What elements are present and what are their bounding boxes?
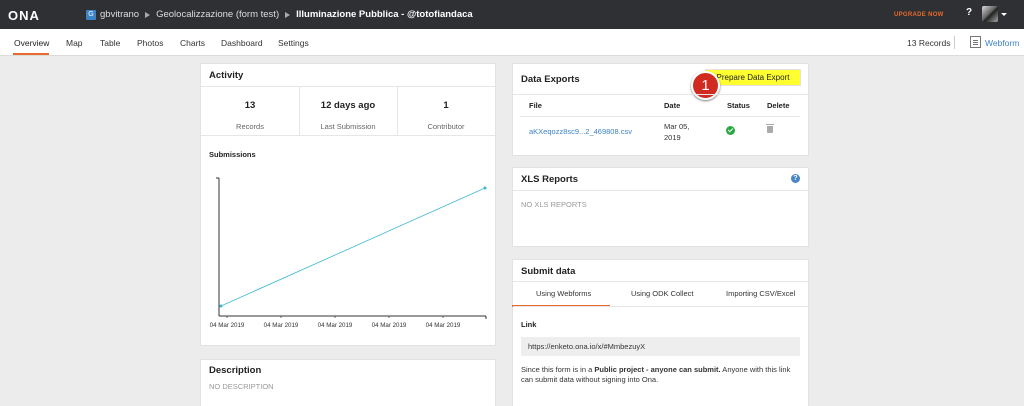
x-tick-label: 04 Mar 2019 xyxy=(372,322,407,329)
tab-using-odk-collect[interactable]: Using ODK Collect xyxy=(631,289,694,298)
breadcrumb-separator-icon xyxy=(145,11,151,18)
tab-table[interactable]: Table xyxy=(100,38,120,48)
divider xyxy=(201,135,495,136)
top-bar: ONA G gbvitrano Geolocalizzazione (form … xyxy=(0,0,1024,29)
column-header-date: Date xyxy=(664,101,681,110)
column-header-status: Status xyxy=(727,101,750,110)
breadcrumb-separator-icon xyxy=(285,11,291,18)
records-count: 13 Records xyxy=(907,38,951,48)
divider xyxy=(520,116,800,117)
user-badge-icon: G xyxy=(86,9,96,20)
export-file-link[interactable]: aKXeqozz8sc9...2_469808.csv xyxy=(529,127,632,136)
submit-data-title: Submit data xyxy=(521,266,576,277)
description-title: Description xyxy=(209,365,262,376)
tab-photos[interactable]: Photos xyxy=(137,38,163,48)
tab-settings[interactable]: Settings xyxy=(278,38,309,48)
ona-logo[interactable]: ONA xyxy=(8,8,40,23)
active-tab-indicator xyxy=(13,53,49,55)
divider xyxy=(513,281,808,282)
nav-divider xyxy=(954,36,955,49)
tab-importing-csv-excel[interactable]: Importing CSV/Excel xyxy=(726,289,795,298)
export-date: Mar 05, xyxy=(664,122,690,131)
xls-reports-title: XLS Reports xyxy=(521,174,579,185)
divider xyxy=(513,94,808,95)
webform-icon[interactable] xyxy=(970,36,981,48)
stat-value: 13 xyxy=(244,100,256,111)
x-tick-label: 04 Mar 2019 xyxy=(426,322,461,329)
chevron-down-icon[interactable] xyxy=(1001,13,1007,16)
tab-charts[interactable]: Charts xyxy=(180,38,205,48)
stat-last-submission: 12 days ago Last Submission xyxy=(299,87,397,131)
x-tick-label: 04 Mar 2019 xyxy=(210,322,245,329)
x-tick-label: 04 Mar 2019 xyxy=(264,322,299,329)
export-date-year: 2019 xyxy=(664,133,681,142)
series-line xyxy=(220,187,486,307)
submit-help-text: Since this form is in a Public project -… xyxy=(521,365,801,385)
submit-help-text-start: Since this form is in a xyxy=(521,365,595,374)
project-nav: Overview Map Table Photos Charts Dashboa… xyxy=(0,29,1024,56)
public-project-note: Public project - anyone can submit. xyxy=(594,365,721,374)
tab-using-webforms[interactable]: Using Webforms xyxy=(536,289,591,298)
x-tick-label: 04 Mar 2019 xyxy=(318,322,353,329)
data-exports-title: Data Exports xyxy=(521,74,580,85)
tab-dashboard[interactable]: Dashboard xyxy=(221,38,263,48)
link-label: Link xyxy=(521,320,537,329)
avatar[interactable] xyxy=(982,6,998,22)
xls-empty-text: NO XLS REPORTS xyxy=(521,200,587,209)
stat-contributors: 1 Contributor xyxy=(397,87,495,131)
webform-link[interactable]: Webform xyxy=(985,38,1019,48)
stat-records: 13 Records xyxy=(201,87,299,131)
breadcrumb: G gbvitrano Geolocalizzazione (form test… xyxy=(86,9,473,20)
stat-label: Records xyxy=(236,122,264,131)
data-point xyxy=(483,186,487,190)
submissions-chart: 04 Mar 2019 04 Mar 2019 04 Mar 2019 04 Mar … xyxy=(210,177,487,329)
stat-label: Contributor xyxy=(427,122,465,131)
column-header-delete: Delete xyxy=(767,101,790,110)
help-icon[interactable]: ? xyxy=(966,7,972,18)
upgrade-button[interactable]: UPGRADE NOW xyxy=(894,12,944,18)
divider xyxy=(513,306,808,307)
breadcrumb-form[interactable]: Illuminazione Pubblica - @totofiandaca xyxy=(296,9,473,20)
breadcrumb-project[interactable]: Geolocalizzazione (form test) xyxy=(156,9,279,20)
trash-icon[interactable] xyxy=(766,124,774,133)
data-point xyxy=(219,304,223,308)
stat-label: Last Submission xyxy=(320,122,376,131)
check-icon xyxy=(726,126,735,135)
description-text: NO DESCRIPTION xyxy=(209,382,274,391)
activity-title: Activity xyxy=(209,70,244,81)
breadcrumb-user[interactable]: gbvitrano xyxy=(100,9,139,20)
annotation-marker: 1 xyxy=(691,71,720,100)
divider xyxy=(513,190,808,191)
info-icon[interactable]: ? xyxy=(791,174,800,183)
stat-value: 1 xyxy=(443,100,449,111)
stat-value: 12 days ago xyxy=(320,100,376,111)
column-header-file: File xyxy=(529,101,542,110)
tab-map[interactable]: Map xyxy=(66,38,83,48)
submissions-title: Submissions xyxy=(209,150,256,159)
webform-url-field[interactable]: https://enketo.ona.io/x/#MmbezuyX xyxy=(521,337,800,356)
tab-overview[interactable]: Overview xyxy=(14,38,49,48)
